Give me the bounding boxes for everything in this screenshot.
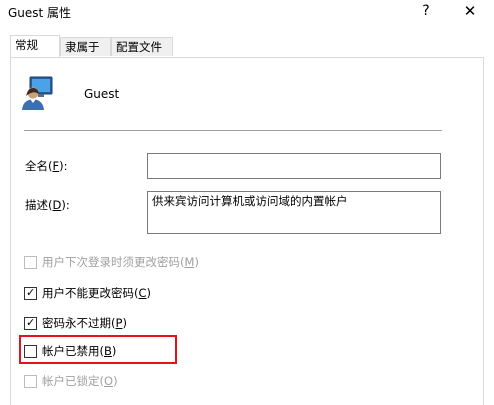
checkbox-box[interactable] <box>24 375 37 388</box>
checkbox-box[interactable]: ✓ <box>24 316 37 330</box>
checkmark-icon: ✓ <box>26 316 36 329</box>
tab-member-of[interactable]: 隶属于 <box>60 37 111 56</box>
close-icon: ✕ <box>463 2 477 20</box>
user-name: Guest <box>84 87 120 101</box>
checkbox-label: 帐户已锁定(O) <box>42 374 118 388</box>
title-bar: Guest 属性 ? ✕ <box>0 0 494 26</box>
checkmark-icon: ✓ <box>26 286 36 299</box>
checkbox-label: 帐户已禁用(B) <box>42 344 117 358</box>
properties-dialog: Guest 属性 ? ✕ 常规 隶属于 配置文件 Guest 全名(F): 描述… <box>0 0 494 405</box>
fullname-label: 全名(F): <box>25 159 68 173</box>
user-account-icon <box>22 76 56 110</box>
help-icon: ? <box>422 3 430 19</box>
description-label: 描述(D): <box>25 198 70 212</box>
help-button[interactable]: ? <box>406 0 446 24</box>
description-field[interactable]: 供来宾访问计算机或访问域的内置帐户 <box>147 191 441 234</box>
tab-general[interactable]: 常规 <box>10 35 60 57</box>
close-button[interactable]: ✕ <box>450 0 490 24</box>
window-title: Guest 属性 <box>8 6 72 20</box>
fullname-field[interactable] <box>147 153 441 179</box>
checkbox-label: 用户不能更改密码(C) <box>42 286 152 300</box>
checkbox-label: 用户下次登录时须更改密码(M) <box>42 255 199 269</box>
checkbox-box[interactable] <box>24 256 37 269</box>
checkbox-box[interactable]: ✓ <box>24 286 37 300</box>
tab-profile[interactable]: 配置文件 <box>111 37 173 56</box>
checkbox-box[interactable] <box>24 345 37 358</box>
divider <box>24 130 442 131</box>
checkbox-label: 密码永不过期(P) <box>42 316 127 330</box>
